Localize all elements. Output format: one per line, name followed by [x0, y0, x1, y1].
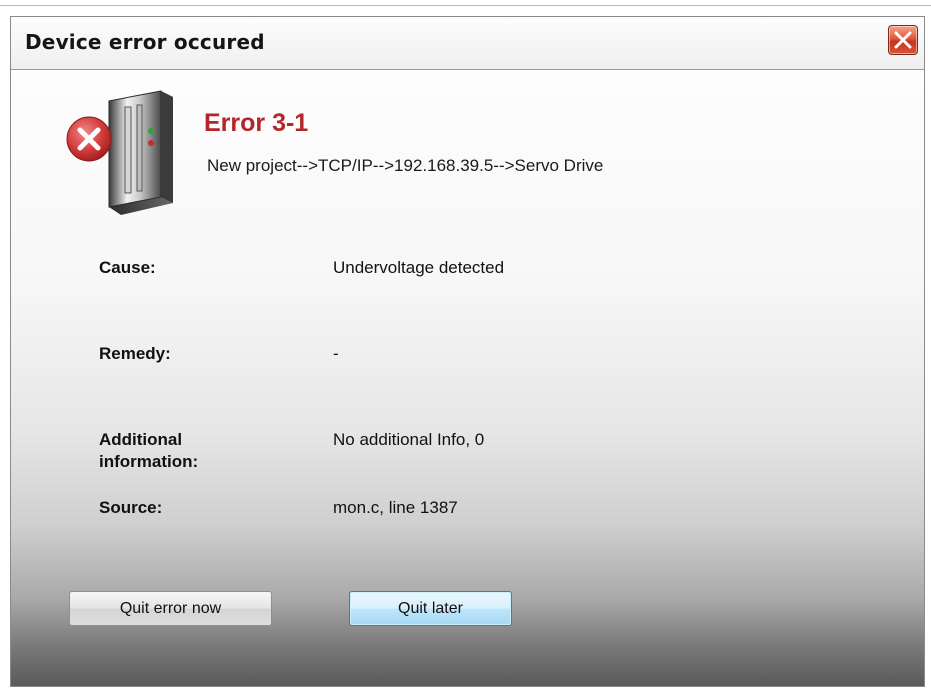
error-dialog: Device error occured Error 3-1 New proje…	[10, 16, 925, 687]
close-button[interactable]	[888, 25, 918, 55]
cause-label: Cause:	[99, 258, 156, 277]
additional-info-label: Additional information:	[99, 430, 199, 471]
remedy-value: -	[333, 344, 339, 363]
quit-error-now-button[interactable]: Quit error now	[69, 591, 272, 626]
cause-value: Undervoltage detected	[333, 258, 505, 277]
source-value: mon.c, line 1387	[333, 498, 458, 517]
device-error-icon	[66, 90, 173, 215]
additional-info-value: No additional Info, 0	[333, 430, 485, 449]
error-code: Error 3-1	[204, 109, 309, 137]
window-title: Device error occured	[25, 30, 265, 54]
close-icon	[894, 31, 912, 49]
remedy-label: Remedy:	[99, 344, 171, 363]
title-bar[interactable]: Device error occured	[11, 17, 924, 70]
quit-later-button[interactable]: Quit later	[349, 591, 512, 626]
error-device-path: New project-->TCP/IP-->192.168.39.5-->Se…	[207, 156, 604, 175]
source-label: Source:	[99, 498, 163, 517]
top-rule	[0, 5, 931, 6]
